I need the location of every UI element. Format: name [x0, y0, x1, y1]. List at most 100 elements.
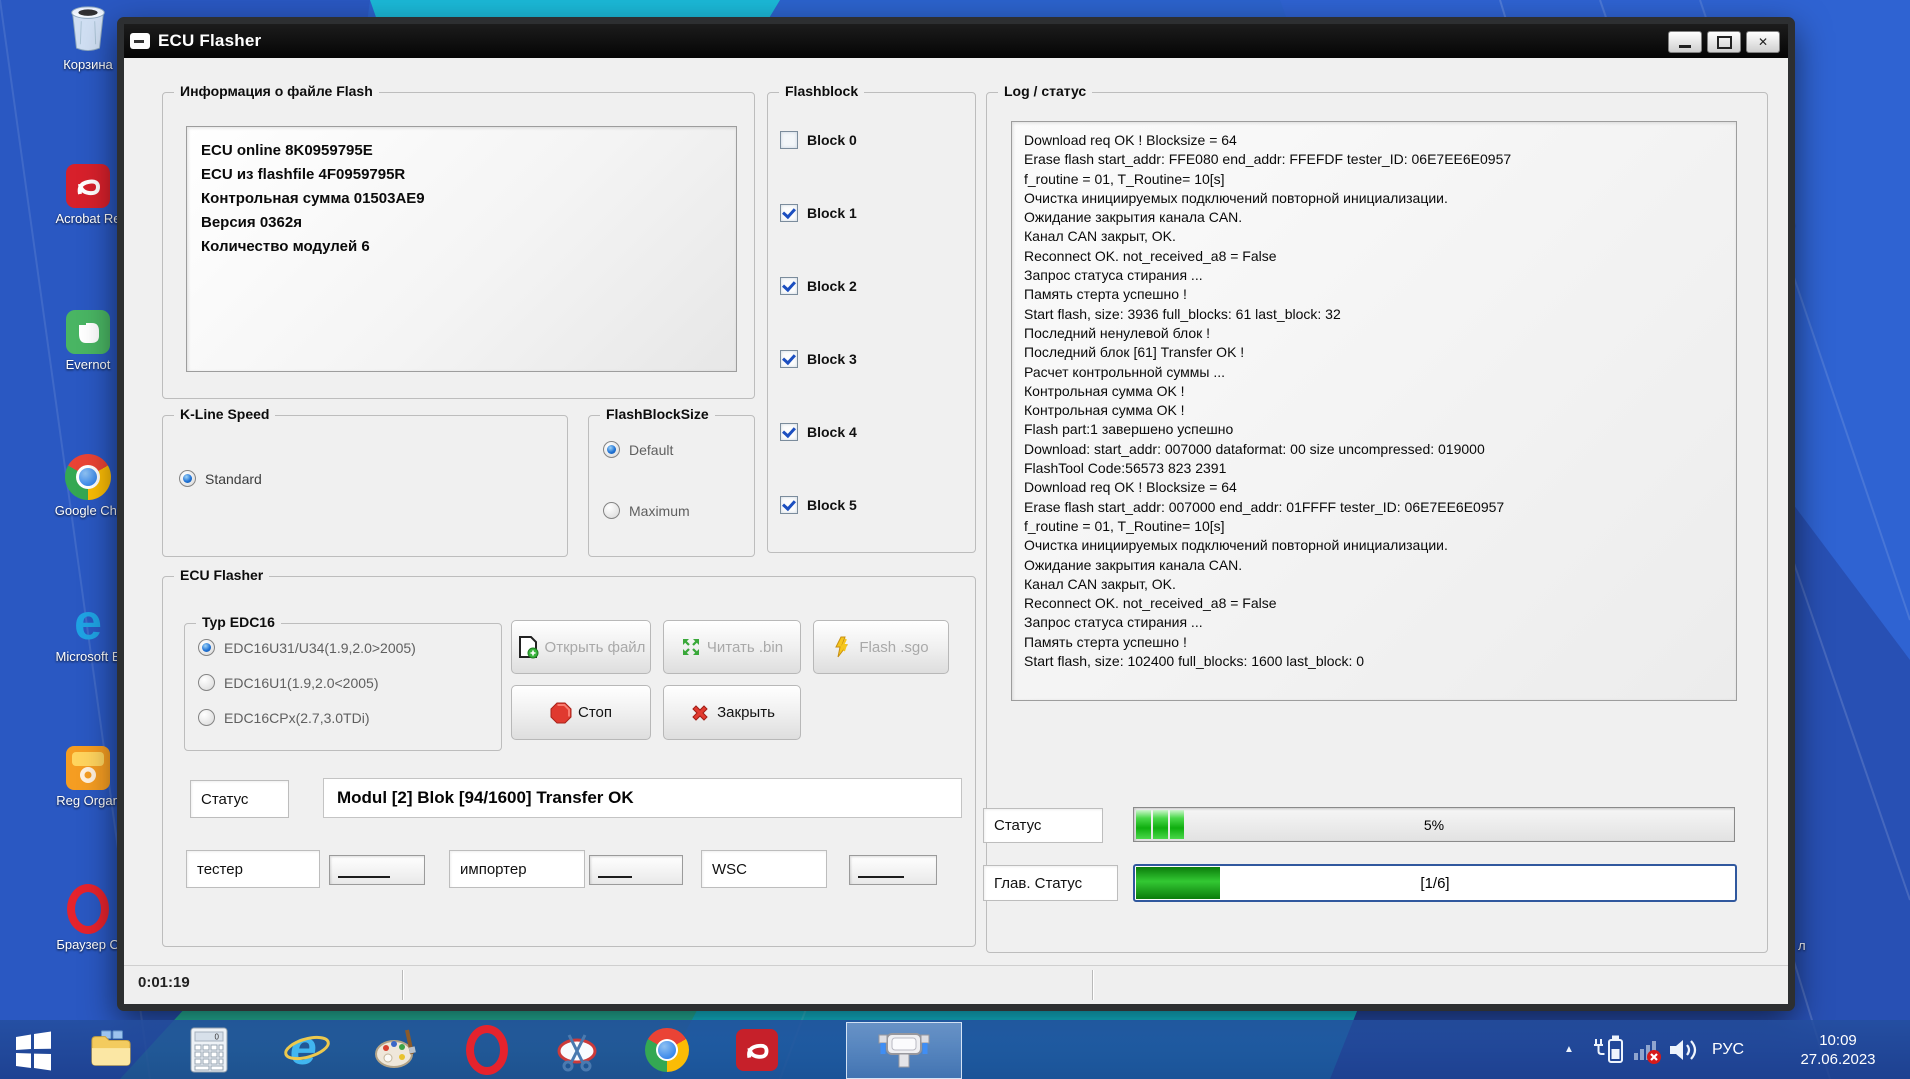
clipped-desktop-label-right-bottom: л: [1798, 938, 1806, 953]
checkbox-block-3[interactable]: Block 3: [780, 350, 857, 368]
radio-maximum[interactable]: Maximum: [603, 502, 690, 519]
maximize-button[interactable]: [1707, 31, 1741, 53]
log-text: Download req OK ! Blocksize = 64 Erase f…: [1024, 132, 1512, 670]
minimize-button[interactable]: [1668, 31, 1702, 53]
progress-text: 5%: [1423, 816, 1445, 833]
windows-logo-icon: [16, 1031, 51, 1071]
checkbox-icon[interactable]: [780, 496, 798, 514]
checkbox-icon[interactable]: [780, 350, 798, 368]
log-caption: Log / статус: [998, 83, 1093, 99]
radio-default[interactable]: Default: [603, 441, 673, 458]
speaker-icon: [1670, 1039, 1697, 1060]
paint-button[interactable]: [372, 1026, 422, 1074]
flash-info-text: ECU online 8K0959795E ECU из flashfile 4…: [201, 142, 425, 255]
serial-connector-icon: [878, 1032, 930, 1067]
kline-speed-group: K-Line Speed Standard: [162, 406, 568, 557]
opera-button[interactable]: [462, 1025, 512, 1075]
flash-info-caption: Информация о файле Flash: [174, 83, 379, 99]
acrobat-red-icon: [736, 1029, 778, 1071]
tray-network[interactable]: [1632, 1020, 1664, 1079]
open-file-icon: [518, 636, 539, 659]
log-status-label-box: Статус: [983, 808, 1103, 843]
status-progress-bar: 5%: [1133, 807, 1735, 842]
open-file-button[interactable]: Открыть файл: [511, 620, 651, 674]
flash-info-group: Информация о файле Flash ECU online 8K09…: [162, 83, 755, 399]
checkbox-block-1[interactable]: Block 1: [780, 204, 857, 222]
tray-clock[interactable]: 10:09 27.06.2023: [1778, 1020, 1898, 1079]
title-bar[interactable]: ECU Flasher ✕: [124, 24, 1788, 58]
tray-date: 27.06.2023: [1800, 1050, 1876, 1068]
ie-ring-icon: [284, 1035, 330, 1061]
typ-edc16-caption: Typ EDC16: [196, 614, 281, 630]
window-system-icon[interactable]: [130, 33, 150, 49]
tester-label-box: тестер: [186, 850, 320, 888]
radio-icon[interactable]: [198, 639, 215, 656]
flashblock-group: Flashblock Block 0 Block 1 Block 2 Block…: [767, 83, 976, 553]
wsc-label-box: WSC: [701, 850, 827, 888]
ecu-flasher-caption: ECU Flasher: [174, 567, 270, 583]
stop-button[interactable]: Стоп: [511, 685, 651, 740]
flash-block-size-group: FlashBlockSize Default Maximum: [588, 406, 755, 557]
status-label-box: Статус: [190, 780, 289, 818]
read-bin-icon: [682, 639, 699, 655]
window-title: ECU Flasher: [158, 31, 262, 50]
progress-text: [1/6]: [1420, 874, 1450, 892]
close-button[interactable]: ✕: [1746, 31, 1780, 53]
checkbox-icon[interactable]: [780, 204, 798, 222]
log-group: Log / статус Download req OK ! Blocksize…: [983, 83, 1768, 953]
internet-explorer-button[interactable]: e: [282, 1022, 332, 1075]
main-status-label-box: Глав. Статус: [983, 865, 1118, 901]
importer-label-box: импортер: [449, 850, 585, 888]
radio-edc16u1[interactable]: EDC16U1(1.9,2.0<2005): [198, 674, 379, 691]
checkbox-block-5[interactable]: Block 5: [780, 496, 857, 514]
tray-volume[interactable]: [1668, 1020, 1698, 1079]
active-app-com-port[interactable]: [846, 1022, 962, 1079]
chrome-button[interactable]: [642, 1026, 692, 1074]
file-explorer-icon: [91, 1030, 131, 1066]
battery-plug-icon: [1594, 1035, 1623, 1063]
tray-chevron[interactable]: ▲: [1564, 1020, 1574, 1079]
radio-icon[interactable]: [179, 470, 196, 487]
importer-input[interactable]: [589, 855, 683, 885]
radio-standard[interactable]: Standard: [179, 470, 262, 487]
flash-sgo-button[interactable]: Flash .sgo: [813, 620, 949, 674]
chrome-ball-icon: [645, 1028, 689, 1072]
radio-edc16cpx[interactable]: EDC16CPx(2.7,3.0TDi): [198, 709, 370, 726]
radio-edc16u31[interactable]: EDC16U31/U34(1.9,2.0>2005): [198, 639, 416, 656]
checkbox-block-4[interactable]: Block 4: [780, 423, 857, 441]
checkbox-icon[interactable]: [780, 277, 798, 295]
radio-icon[interactable]: [603, 441, 620, 458]
wsc-input[interactable]: [849, 855, 937, 885]
network-no-connection-icon: [1634, 1040, 1661, 1064]
checkbox-icon[interactable]: [780, 131, 798, 149]
flash-block-size-caption: FlashBlockSize: [600, 406, 715, 422]
taskbar: 0 e ▲ РУС 10:09 27.06.2023: [0, 1020, 1910, 1079]
flash-sgo-icon: [835, 636, 849, 658]
radio-icon[interactable]: [198, 674, 215, 691]
typ-edc16-group: Typ EDC16 EDC16U31/U34(1.9,2.0>2005) EDC…: [184, 614, 502, 751]
snipping-tool-icon: [557, 1034, 597, 1072]
window-client-area: Информация о файле Flash ECU online 8K09…: [124, 58, 1788, 966]
close-x-icon: [692, 704, 708, 721]
checkbox-block-2[interactable]: Block 2: [780, 277, 857, 295]
paint-icon: [375, 1029, 416, 1068]
read-bin-button[interactable]: Читать .bin: [663, 620, 801, 674]
calculator-button[interactable]: 0: [184, 1026, 234, 1074]
tester-input[interactable]: [329, 855, 425, 885]
snipping-tool-button[interactable]: [552, 1026, 602, 1074]
kline-speed-caption: K-Line Speed: [174, 406, 276, 422]
opera-o-icon: [466, 1025, 508, 1075]
checkbox-icon[interactable]: [780, 423, 798, 441]
tray-battery[interactable]: [1592, 1020, 1626, 1079]
status-value-box[interactable]: Modul [2] Blok [94/1600] Transfer OK: [323, 778, 962, 818]
close-ecu-button[interactable]: Закрыть: [663, 685, 801, 740]
flash-info-box[interactable]: ECU online 8K0959795E ECU из flashfile 4…: [186, 126, 737, 372]
radio-icon[interactable]: [198, 709, 215, 726]
radio-icon[interactable]: [603, 502, 620, 519]
start-button[interactable]: [8, 1026, 58, 1074]
log-box[interactable]: Download req OK ! Blocksize = 64 Erase f…: [1011, 121, 1737, 701]
file-explorer-button[interactable]: [86, 1026, 136, 1074]
tray-language[interactable]: РУС: [1712, 1020, 1744, 1079]
checkbox-block-0[interactable]: Block 0: [780, 131, 857, 149]
acrobat-button[interactable]: [732, 1026, 782, 1074]
